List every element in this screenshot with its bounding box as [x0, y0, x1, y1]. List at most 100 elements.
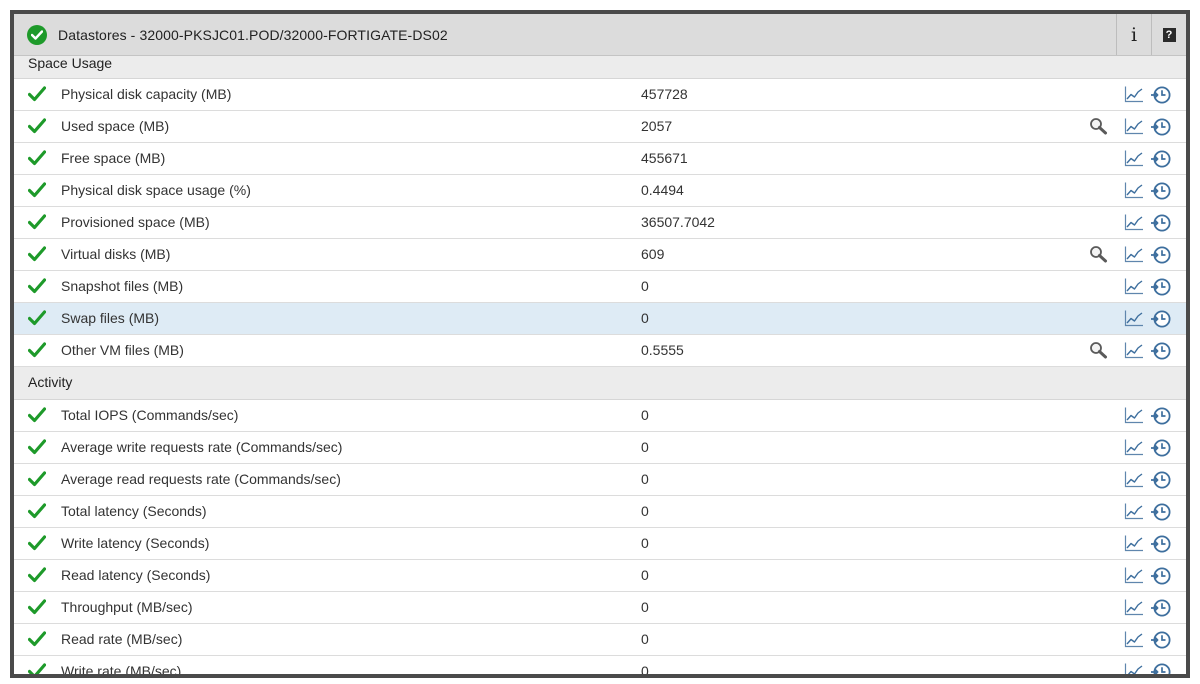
line-chart-icon[interactable]	[1124, 503, 1144, 523]
check-icon	[27, 182, 47, 201]
magnifier-icon[interactable]	[1089, 117, 1109, 138]
history-clock-icon[interactable]	[1150, 630, 1172, 653]
metric-label: Read rate (MB/sec)	[61, 631, 183, 647]
metric-row-free-space-mb[interactable]: Free space (MB) 455671	[14, 143, 1186, 175]
metric-label: Physical disk capacity (MB)	[61, 86, 232, 102]
line-chart-icon[interactable]	[1124, 246, 1144, 266]
metric-row-other-vm-files-mb[interactable]: Other VM files (MB) 0.5555	[14, 335, 1186, 367]
metric-value: 455671	[641, 150, 688, 166]
metric-value: 0	[641, 503, 649, 519]
metric-row-total-latency-seconds[interactable]: Total latency (Seconds) 0	[14, 496, 1186, 528]
metric-label: Total IOPS (Commands/sec)	[61, 407, 239, 423]
history-clock-icon[interactable]	[1150, 534, 1172, 557]
history-clock-icon[interactable]	[1150, 277, 1172, 300]
line-chart-icon[interactable]	[1124, 310, 1144, 330]
metric-value: 609	[641, 246, 665, 262]
check-icon	[27, 471, 47, 490]
history-clock-icon[interactable]	[1150, 662, 1172, 674]
check-icon	[27, 407, 47, 426]
metric-value: 0	[641, 278, 649, 294]
line-chart-icon[interactable]	[1124, 86, 1144, 106]
metric-row-write-latency-seconds[interactable]: Write latency (Seconds) 0	[14, 528, 1186, 560]
history-clock-icon[interactable]	[1150, 213, 1172, 236]
history-clock-icon[interactable]	[1150, 245, 1172, 268]
check-icon	[27, 118, 47, 137]
history-clock-icon[interactable]	[1150, 309, 1172, 332]
metric-row-virtual-disks-mb[interactable]: Virtual disks (MB) 609	[14, 239, 1186, 271]
panel-title: Datastores - 32000-PKSJC01.POD/32000-FOR…	[58, 26, 448, 43]
line-chart-icon[interactable]	[1124, 342, 1144, 362]
line-chart-icon[interactable]	[1124, 182, 1144, 202]
magnifier-icon[interactable]	[1089, 341, 1109, 362]
metric-row-total-iops-commands-sec[interactable]: Total IOPS (Commands/sec) 0	[14, 400, 1186, 432]
history-clock-icon[interactable]	[1150, 598, 1172, 621]
history-clock-icon[interactable]	[1150, 117, 1172, 140]
line-chart-icon[interactable]	[1124, 599, 1144, 619]
metric-label: Write latency (Seconds)	[61, 535, 210, 551]
line-chart-icon[interactable]	[1124, 631, 1144, 651]
metric-label: Read latency (Seconds)	[61, 567, 211, 583]
line-chart-icon[interactable]	[1124, 278, 1144, 298]
line-chart-icon[interactable]	[1124, 471, 1144, 491]
line-chart-icon[interactable]	[1124, 535, 1144, 555]
metric-row-write-rate-mb-sec[interactable]: Write rate (MB/sec) 0	[14, 656, 1186, 678]
check-icon	[27, 439, 47, 458]
history-clock-icon[interactable]	[1150, 438, 1172, 461]
metric-value: 0	[641, 310, 649, 326]
section-header-space-usage: Space Usage	[14, 56, 1186, 79]
metric-label: Total latency (Seconds)	[61, 503, 207, 519]
metric-row-used-space-mb[interactable]: Used space (MB) 2057	[14, 111, 1186, 143]
line-chart-icon[interactable]	[1124, 407, 1144, 427]
metric-row-swap-files-mb[interactable]: Swap files (MB) 0	[14, 303, 1186, 335]
metric-value: 0	[641, 599, 649, 615]
metric-row-read-rate-mb-sec[interactable]: Read rate (MB/sec) 0	[14, 624, 1186, 656]
info-icon: i	[1130, 23, 1138, 46]
metric-label: Virtual disks (MB)	[61, 246, 171, 262]
check-icon	[27, 342, 47, 361]
metric-value: 2057	[641, 118, 673, 134]
history-clock-icon[interactable]	[1150, 566, 1172, 589]
metric-value: 0	[641, 567, 649, 583]
metrics-table: Space Usage Physical disk capacity (MB) 45…	[14, 56, 1186, 678]
line-chart-icon[interactable]	[1124, 118, 1144, 138]
check-icon	[27, 86, 47, 105]
line-chart-icon[interactable]	[1124, 567, 1144, 587]
metric-row-physical-disk-capacity-mb[interactable]: Physical disk capacity (MB) 457728	[14, 79, 1186, 111]
metric-row-average-read-requests-rate-commands-sec[interactable]: Average read requests rate (Commands/sec…	[14, 464, 1186, 496]
check-icon	[27, 150, 47, 169]
metric-label: Write rate (MB/sec)	[61, 663, 182, 678]
metric-label: Average write requests rate (Commands/se…	[61, 439, 343, 455]
help-button[interactable]: ?	[1151, 14, 1186, 55]
history-clock-icon[interactable]	[1150, 85, 1172, 108]
metric-label: Used space (MB)	[61, 118, 170, 134]
metric-value: 0	[641, 407, 649, 423]
check-icon	[27, 278, 47, 297]
metric-row-average-write-requests-rate-commands-sec[interactable]: Average write requests rate (Commands/se…	[14, 432, 1186, 464]
magnifier-icon[interactable]	[1089, 245, 1109, 266]
metric-row-throughput-mb-sec[interactable]: Throughput (MB/sec) 0	[14, 592, 1186, 624]
history-clock-icon[interactable]	[1150, 149, 1172, 172]
metric-row-snapshot-files-mb[interactable]: Snapshot files (MB) 0	[14, 271, 1186, 303]
metric-value: 0	[641, 663, 649, 678]
check-icon	[27, 214, 47, 233]
check-icon	[27, 631, 47, 650]
line-chart-icon[interactable]	[1124, 663, 1144, 674]
metric-label: Swap files (MB)	[61, 310, 160, 326]
metric-value: 0	[641, 439, 649, 455]
history-clock-icon[interactable]	[1150, 341, 1172, 364]
history-clock-icon[interactable]	[1150, 470, 1172, 493]
metric-row-read-latency-seconds[interactable]: Read latency (Seconds) 0	[14, 560, 1186, 592]
check-icon	[27, 503, 47, 522]
metric-row-provisioned-space-mb[interactable]: Provisioned space (MB) 36507.7042	[14, 207, 1186, 239]
info-button[interactable]: i	[1116, 14, 1151, 55]
section-header-activity: Activity	[14, 367, 1186, 400]
history-clock-icon[interactable]	[1150, 502, 1172, 525]
history-clock-icon[interactable]	[1150, 181, 1172, 204]
status-ok-icon	[27, 24, 47, 45]
line-chart-icon[interactable]	[1124, 150, 1144, 170]
history-clock-icon[interactable]	[1150, 406, 1172, 429]
check-icon	[27, 246, 47, 265]
line-chart-icon[interactable]	[1124, 214, 1144, 234]
line-chart-icon[interactable]	[1124, 439, 1144, 459]
metric-row-physical-disk-space-usage[interactable]: Physical disk space usage (%) 0.4494	[14, 175, 1186, 207]
